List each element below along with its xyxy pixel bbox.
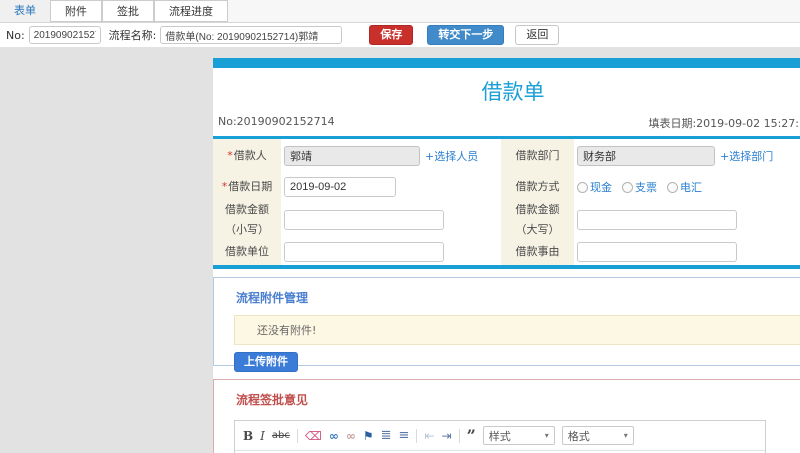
panel-top-bar <box>213 58 800 68</box>
flow-name-input[interactable] <box>160 26 343 44</box>
loan-method-label: 借款方式 <box>501 173 574 201</box>
approval-section: 流程签批意见 B I abc ⌫ ∞ ∞ ⚑ ≣ ≡ ⇤ ⇥ ” 样式 ▾ 格式… <box>213 379 800 453</box>
chevron-down-icon: ▾ <box>623 431 628 440</box>
numbered-list-icon[interactable]: ≣ <box>381 428 392 443</box>
select-department-link[interactable]: +选择部门 <box>720 148 773 164</box>
bullet-list-icon[interactable]: ≡ <box>399 428 410 443</box>
loan-unit-input[interactable] <box>284 242 444 262</box>
strikethrough-icon[interactable]: abc <box>272 429 290 443</box>
blockquote-icon[interactable]: ” <box>467 427 476 443</box>
flow-name-label: 流程名称: <box>108 29 157 42</box>
bold-icon[interactable]: B <box>243 429 253 443</box>
loan-date-input[interactable] <box>284 177 396 197</box>
approval-section-title: 流程签批意见 <box>236 393 309 407</box>
amount-lower-label: 借款金额（小写） <box>213 201 281 239</box>
format-dropdown[interactable]: 格式 ▾ <box>561 426 634 445</box>
amount-upper-input[interactable] <box>577 210 737 230</box>
radio-circle-icon[interactable] <box>577 181 588 193</box>
indent-icon[interactable]: ⇥ <box>442 429 452 443</box>
loan-date-label: *借款日期 <box>213 173 281 201</box>
amount-lower-input[interactable] <box>284 210 444 230</box>
form-panel: 借款单 No:20190902152714 填表日期:2019-09-02 15… <box>213 58 800 453</box>
toolbar-separator <box>296 428 298 443</box>
radio-wire[interactable]: 电汇 <box>667 179 702 195</box>
radio-cheque[interactable]: 支票 <box>622 179 657 195</box>
chevron-down-icon: ▾ <box>544 431 549 440</box>
amount-upper-label: 借款金额（大写） <box>501 201 574 239</box>
save-button[interactable]: 保存 <box>369 25 414 45</box>
required-mark: * <box>221 180 228 194</box>
form-meta-row: No:20190902152714 填表日期:2019-09-02 15:27:… <box>213 115 800 136</box>
attachment-section-title: 流程附件管理 <box>236 291 309 305</box>
radio-circle-icon[interactable] <box>667 181 678 193</box>
loan-method-field: 现金 支票 电汇 <box>574 173 800 201</box>
tab-bar: 表单 附件 签批 流程进度 <box>0 0 800 23</box>
no-input[interactable] <box>28 26 101 44</box>
divider-line-bottom <box>213 265 800 269</box>
back-button[interactable]: 返回 <box>515 25 560 45</box>
main-area: 借款单 No:20190902152714 填表日期:2019-09-02 15… <box>0 47 800 453</box>
styles-dropdown[interactable]: 样式 ▾ <box>482 426 555 445</box>
borrower-label: *借款人 <box>213 139 281 173</box>
radio-circle-icon[interactable] <box>622 181 633 193</box>
tab-progress[interactable]: 流程进度 <box>154 0 228 22</box>
loan-unit-label: 借款单位 <box>213 239 281 265</box>
screen: 表单 附件 签批 流程进度 No: 流程名称: 保存 转交下一步 返回 借款单 … <box>0 0 800 453</box>
italic-icon[interactable]: I <box>260 429 265 443</box>
loan-reason-input[interactable] <box>577 242 737 262</box>
action-bar: No: 流程名称: 保存 转交下一步 返回 <box>0 23 800 47</box>
no-attachment-notice: 还没有附件! <box>234 315 800 345</box>
attachment-section: 流程附件管理 还没有附件! 上传附件 <box>213 277 800 372</box>
loan-form-table: *借款人 +选择人员 借款部门 +选择部门 *借款日期 <box>213 139 800 265</box>
department-label: 借款部门 <box>501 139 574 173</box>
form-title: 借款单 <box>481 80 545 104</box>
tab-sign[interactable]: 签批 <box>102 0 154 22</box>
no-label: No: <box>6 28 25 42</box>
form-no-text: No:20190902152714 <box>218 115 335 128</box>
upload-attachment-button[interactable]: 上传附件 <box>234 352 298 372</box>
editor-toolbar: B I abc ⌫ ∞ ∞ ⚑ ≣ ≡ ⇤ ⇥ ” 样式 ▾ 格式 ▾ <box>235 421 765 451</box>
unlink-icon[interactable]: ∞ <box>346 429 356 443</box>
borrower-field: +选择人员 <box>281 139 501 173</box>
required-mark: * <box>227 149 233 163</box>
tab-form[interactable]: 表单 <box>0 0 50 22</box>
remove-format-icon[interactable]: ⌫ <box>305 429 322 443</box>
amount-upper-field <box>574 201 800 239</box>
rich-text-editor: B I abc ⌫ ∞ ∞ ⚑ ≣ ≡ ⇤ ⇥ ” 样式 ▾ 格式 ▾ <box>234 420 766 453</box>
anchor-flag-icon[interactable]: ⚑ <box>363 429 374 443</box>
outdent-icon[interactable]: ⇤ <box>424 429 434 443</box>
select-person-link[interactable]: +选择人员 <box>425 148 478 164</box>
amount-lower-field <box>281 201 501 239</box>
form-date-text: 填表日期:2019-09-02 15:27:14 <box>648 117 800 130</box>
forward-next-step-button[interactable]: 转交下一步 <box>427 25 505 45</box>
department-field: +选择部门 <box>574 139 800 173</box>
toolbar-separator <box>416 428 418 443</box>
radio-cash[interactable]: 现金 <box>577 179 612 195</box>
tab-attachment[interactable]: 附件 <box>50 0 102 22</box>
loan-date-field <box>281 173 501 201</box>
borrower-input[interactable] <box>284 146 420 166</box>
loan-reason-label: 借款事由 <box>501 239 574 265</box>
toolbar-separator <box>458 428 460 443</box>
loan-unit-field <box>281 239 501 265</box>
department-input[interactable] <box>577 146 715 166</box>
link-icon[interactable]: ∞ <box>329 429 339 443</box>
loan-reason-field <box>574 239 800 265</box>
